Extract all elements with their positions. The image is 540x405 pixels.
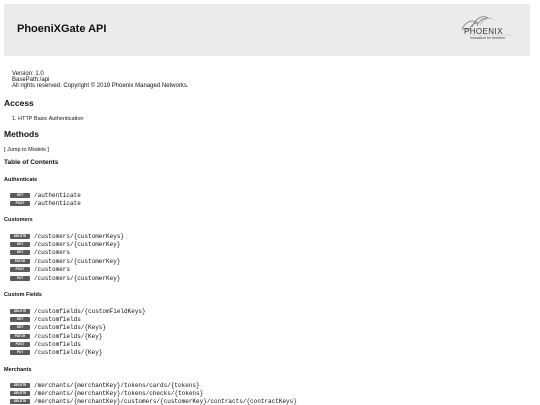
section-heading-authenticate: Authenticate: [4, 177, 38, 183]
method-badge: POST: [10, 201, 30, 206]
endpoint-link[interactable]: DELETE /merchants/{merchantKey}/tokens/c…: [10, 390, 203, 397]
endpoint-path[interactable]: /authenticate: [34, 200, 81, 207]
method-badge: POST: [10, 267, 30, 272]
endpoint-path[interactable]: /customfields/{Keys}: [34, 324, 106, 331]
method-badge: PATCH: [10, 334, 30, 339]
section-heading-custom-fields: Custom Fields: [4, 292, 42, 298]
logo-tagline: innovation for freedom: [470, 36, 505, 40]
jump-to-models-link[interactable]: [ Jump to Models ]: [4, 147, 49, 153]
endpoint-path[interactable]: /customers: [34, 266, 70, 273]
endpoint-link[interactable]: GET /customers/{customerKey}: [10, 241, 120, 248]
endpoint-link[interactable]: DELETE /merchants/{merchantKey}/tokens/c…: [10, 382, 200, 389]
method-badge: DELETE: [10, 391, 30, 396]
endpoint-link[interactable]: PATCH /customers/{customerKey}: [10, 258, 120, 265]
endpoint-path[interactable]: /customfields: [34, 316, 81, 323]
method-badge: GET: [10, 193, 30, 198]
endpoint-link[interactable]: DELETE /merchants/{merchantKey}/customer…: [10, 398, 297, 405]
section-heading-merchants: Merchants: [4, 367, 32, 373]
endpoint-link[interactable]: DELETE /customfields/{customFieldKeys}: [10, 308, 146, 315]
endpoint-link[interactable]: PUT /customers/{customerKey}: [10, 275, 120, 282]
method-badge: POST: [10, 342, 30, 347]
page-title: PhoeniXGate API: [17, 23, 107, 35]
endpoint-link[interactable]: GET /authenticate: [10, 192, 81, 199]
logo-wordmark: PHOENIX: [464, 27, 503, 36]
method-badge: GET: [10, 325, 30, 330]
endpoint-link[interactable]: GET /customers: [10, 249, 70, 256]
method-badge: GET: [10, 317, 30, 322]
endpoint-path[interactable]: /authenticate: [34, 192, 81, 199]
endpoint-path[interactable]: /customfields/{Key}: [34, 349, 102, 356]
toc-heading: Table of Contents: [4, 159, 59, 166]
endpoint-path[interactable]: /customfields/{Key}: [34, 333, 102, 340]
endpoint-path[interactable]: /customfields: [34, 341, 81, 348]
endpoint-path[interactable]: /merchants/{merchantKey}/tokens/cards/{t…: [34, 382, 200, 389]
endpoint-path[interactable]: /customers/{customerKey}: [34, 275, 120, 282]
endpoint-path[interactable]: /customers/{customerKey}: [34, 241, 120, 248]
endpoint-link[interactable]: GET /customfields/{Keys}: [10, 324, 106, 331]
endpoint-link[interactable]: PATCH /customfields/{Key}: [10, 333, 102, 340]
endpoint-link[interactable]: POST /customers: [10, 266, 70, 273]
method-badge: PATCH: [10, 259, 30, 264]
method-badge: DELETE: [10, 309, 30, 314]
endpoint-path[interactable]: /customers/{customerKey}: [34, 258, 120, 265]
method-badge: DELETE: [10, 383, 30, 388]
access-item: 1. HTTP Basic Authentication: [12, 116, 84, 122]
method-badge: PUT: [10, 350, 30, 355]
methods-heading: Methods: [4, 129, 39, 139]
endpoint-path[interactable]: /customers: [34, 249, 70, 256]
method-badge: DELETE: [10, 234, 30, 239]
phoenix-logo: PHOENIX innovation for freedom: [458, 15, 518, 45]
copyright-text: All rights reserved. Copyright © 2019 Ph…: [12, 83, 189, 90]
endpoint-link[interactable]: PUT /customfields/{Key}: [10, 349, 102, 356]
endpoint-path[interactable]: /merchants/{merchantKey}/customers/{cust…: [34, 398, 297, 405]
method-badge: GET: [10, 250, 30, 255]
endpoint-link[interactable]: DELETE /customers/{customerKeys}: [10, 233, 124, 240]
access-heading: Access: [4, 98, 34, 108]
method-badge: PUT: [10, 276, 30, 281]
endpoint-link[interactable]: POST /authenticate: [10, 200, 81, 207]
endpoint-link[interactable]: GET /customfields: [10, 316, 81, 323]
endpoint-path[interactable]: /customers/{customerKeys}: [34, 233, 124, 240]
method-badge: DELETE: [10, 399, 30, 404]
endpoint-link[interactable]: POST /customfields: [10, 341, 81, 348]
api-meta: Version: 1.0 BasePath:/api All rights re…: [12, 71, 189, 90]
section-heading-customers: Customers: [4, 217, 33, 223]
page-header: PhoeniXGate API PHOENIX innovation for f…: [4, 4, 530, 56]
endpoint-path[interactable]: /customfields/{customFieldKeys}: [34, 308, 146, 315]
method-badge: GET: [10, 242, 30, 247]
endpoint-path[interactable]: /merchants/{merchantKey}/tokens/checks/{…: [34, 390, 203, 397]
